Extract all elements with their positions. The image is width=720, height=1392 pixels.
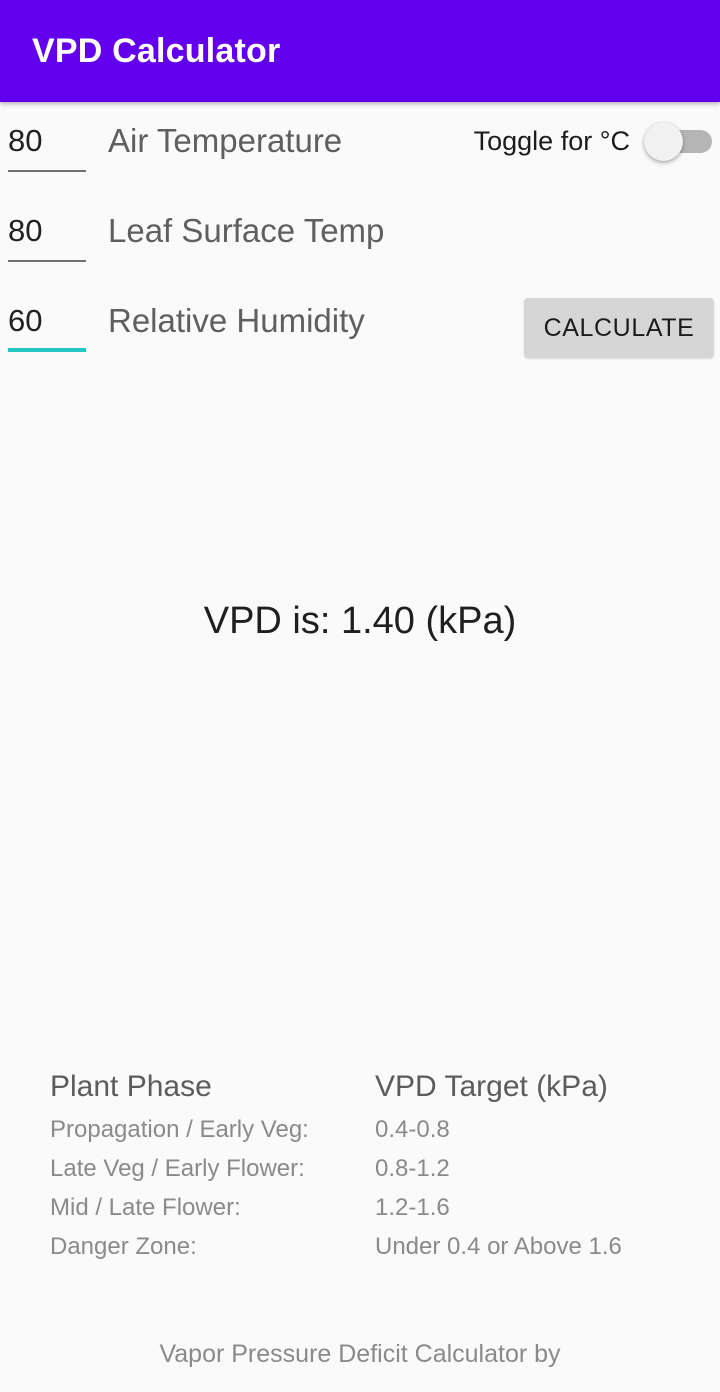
celsius-toggle-label: Toggle for °C	[473, 125, 630, 156]
vpd-result-text: VPD is: 1.40 (kPa)	[203, 600, 517, 642]
calculate-button[interactable]: CALCULATE	[524, 298, 714, 358]
table-row: Danger Zone: Under 0.4 or Above 1.6	[50, 1227, 710, 1266]
table-row: Late Veg / Early Flower: 0.8-1.2	[50, 1149, 710, 1188]
table-cell-phase: Mid / Late Flower:	[50, 1194, 241, 1221]
celsius-toggle-group[interactable]: Toggle for °C	[473, 122, 712, 161]
air-temperature-input[interactable]	[8, 118, 86, 164]
app-title: VPD Calculator	[32, 31, 281, 70]
table-cell-target: 0.4-0.8	[375, 1116, 450, 1143]
air-temperature-label: Air Temperature	[108, 122, 343, 159]
air-temperature-underline	[8, 170, 86, 172]
table-cell-target: 0.8-1.2	[375, 1155, 450, 1182]
table-cell-phase: Late Veg / Early Flower:	[50, 1155, 305, 1182]
table-row: Propagation / Early Veg: 0.4-0.8	[50, 1110, 710, 1149]
switch-thumb[interactable]	[644, 122, 683, 161]
table-cell-phase: Danger Zone:	[50, 1233, 197, 1260]
leaf-surface-temp-row: Leaf Surface Temp	[0, 192, 720, 282]
air-temperature-row: Air Temperature Toggle for °C	[0, 102, 720, 192]
leaf-surface-temp-label: Leaf Surface Temp	[108, 212, 385, 249]
table-cell-target: Under 0.4 or Above 1.6	[375, 1233, 622, 1260]
table-header-plant-phase: Plant Phase	[50, 1070, 212, 1103]
footer-attribution: Vapor Pressure Deficit Calculator by	[159, 1340, 561, 1368]
app-bar: VPD Calculator	[0, 0, 720, 102]
vpd-calculator-screen: VPD Calculator Air Temperature Toggle fo…	[0, 0, 720, 1392]
leaf-surface-temp-underline	[8, 260, 86, 262]
table-header-vpd-target: VPD Target (kPa)	[375, 1070, 608, 1103]
table-header-row: Plant Phase VPD Target (kPa)	[50, 1070, 710, 1104]
relative-humidity-label: Relative Humidity	[108, 302, 365, 339]
relative-humidity-input[interactable]	[8, 298, 86, 344]
table-row: Mid / Late Flower: 1.2-1.6	[50, 1188, 710, 1227]
celsius-toggle-switch[interactable]	[644, 122, 712, 161]
table-cell-phase: Propagation / Early Veg:	[50, 1116, 309, 1143]
leaf-surface-temp-input[interactable]	[8, 208, 86, 254]
table-cell-target: 1.2-1.6	[375, 1194, 450, 1221]
relative-humidity-underline	[8, 348, 86, 352]
vpd-reference-table: Plant Phase VPD Target (kPa) Propagation…	[50, 1070, 710, 1266]
